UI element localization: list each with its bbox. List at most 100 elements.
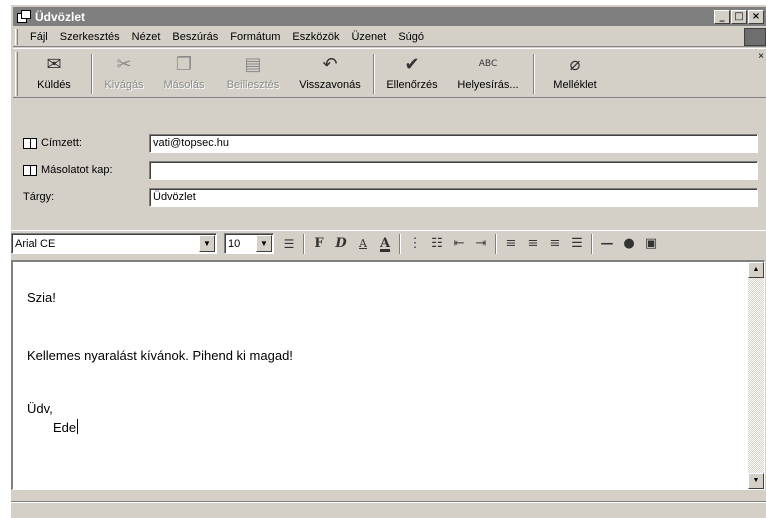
copy-icon: ❐ bbox=[175, 53, 193, 75]
paste-icon: ▤ bbox=[244, 53, 262, 75]
toolbar-separator bbox=[533, 54, 535, 94]
menubar-grip[interactable] bbox=[15, 28, 18, 45]
scroll-down-button[interactable]: ▼ bbox=[748, 473, 764, 489]
paste-button[interactable]: ▤ Beillesztés bbox=[216, 49, 290, 97]
underline-button[interactable]: A bbox=[352, 234, 374, 254]
paste-label: Beillesztés bbox=[226, 79, 280, 91]
toolbar-close-icon[interactable]: × bbox=[758, 51, 764, 62]
chevron-down-icon[interactable]: ▼ bbox=[199, 235, 215, 252]
bulleted-list-icon[interactable]: ☷ bbox=[426, 234, 448, 254]
copy-button[interactable]: ❐ Másolás bbox=[152, 49, 216, 97]
body-line: Üdv, bbox=[27, 401, 53, 416]
attach-label: Melléklet bbox=[553, 79, 597, 91]
menu-view[interactable]: Nézet bbox=[126, 31, 167, 43]
check-label: Ellenőrzés bbox=[386, 79, 438, 91]
menu-help[interactable]: Súgó bbox=[392, 31, 430, 43]
body-line: Szia! bbox=[27, 290, 56, 305]
font-size-select[interactable]: 10 ▼ bbox=[224, 233, 274, 254]
font-value: Arial CE bbox=[15, 237, 56, 250]
align-left-icon[interactable]: ≡ bbox=[500, 234, 522, 254]
cc-label: Másolatot kap: bbox=[41, 164, 113, 176]
menu-file[interactable]: Fájl bbox=[24, 31, 54, 43]
cc-row: Másolatot kap: bbox=[15, 160, 758, 180]
font-select[interactable]: Arial CE ▼ bbox=[11, 233, 217, 254]
toolbar: ✉ Küldés ✂ Kivágás ❐ Másolás ▤ Beilleszt… bbox=[13, 48, 766, 98]
attach-button[interactable]: ⌀ Melléklet bbox=[538, 49, 612, 97]
toolbar-separator bbox=[91, 54, 93, 94]
menu-edit[interactable]: Szerkesztés bbox=[54, 31, 126, 43]
menu-tools[interactable]: Eszközök bbox=[286, 31, 345, 43]
toolbar-grip[interactable] bbox=[15, 52, 18, 96]
to-label: Címzett: bbox=[41, 137, 82, 149]
cc-field[interactable] bbox=[149, 160, 758, 180]
align-center-icon[interactable]: ≡ bbox=[522, 234, 544, 254]
to-row: Címzett: vati@topsec.hu bbox=[15, 133, 758, 153]
menu-insert[interactable]: Beszúrás bbox=[166, 31, 224, 43]
undo-icon: ↶ bbox=[322, 53, 338, 75]
increase-indent-icon[interactable]: ⇥ bbox=[470, 234, 492, 254]
undo-label: Visszavonás bbox=[299, 79, 361, 91]
format-separator bbox=[399, 233, 401, 254]
send-button[interactable]: ✉ Küldés bbox=[20, 49, 88, 97]
align-right-icon[interactable]: ≡ bbox=[544, 234, 566, 254]
send-icon: ✉ bbox=[46, 53, 62, 75]
format-separator bbox=[303, 233, 305, 254]
text-caret bbox=[77, 419, 79, 434]
font-size-value: 10 bbox=[228, 237, 241, 250]
menu-bar: Fájl Szerkesztés Nézet Beszúrás Formátum… bbox=[13, 27, 766, 47]
subject-row: Tárgy: Üdvözlet bbox=[15, 187, 758, 207]
to-field[interactable]: vati@topsec.hu bbox=[149, 133, 758, 153]
new-message-icon bbox=[17, 9, 31, 24]
body-line: Kellemes nyaralást kívánok. Pihend ki ma… bbox=[27, 348, 293, 363]
spelling-icon: ABC bbox=[478, 59, 498, 69]
bold-button[interactable]: F bbox=[308, 234, 330, 254]
copy-label: Másolás bbox=[163, 79, 205, 91]
paperclip-icon: ⌀ bbox=[569, 53, 581, 75]
spelling-button[interactable]: ABC Helyesírás... bbox=[446, 49, 530, 97]
format-separator bbox=[591, 233, 593, 254]
to-label-wrap[interactable]: Címzett: bbox=[15, 137, 149, 149]
address-book-icon[interactable] bbox=[23, 164, 37, 176]
subject-field[interactable]: Üdvözlet bbox=[149, 187, 758, 207]
address-book-icon[interactable] bbox=[23, 137, 37, 149]
decrease-indent-icon[interactable]: ⇤ bbox=[448, 234, 470, 254]
maximize-button[interactable]: □ bbox=[731, 9, 747, 24]
minimize-button[interactable]: _ bbox=[714, 9, 730, 24]
message-body[interactable]: Szia! Kellemes nyaralást kívánok. Pihend… bbox=[11, 260, 765, 490]
scissors-icon: ✂ bbox=[116, 53, 132, 75]
vertical-scrollbar[interactable]: ▲ ▼ bbox=[748, 262, 764, 489]
numbered-list-icon[interactable]: ⋮ bbox=[404, 234, 426, 254]
format-toolbar: Arial CE ▼ 10 ▼ ☰ F D A A ⋮ ☷ ⇤ ⇥ ≡ ≡ ≡ … bbox=[11, 230, 766, 256]
subject-label-wrap: Tárgy: bbox=[15, 191, 149, 203]
status-bar bbox=[11, 501, 766, 518]
chevron-down-icon[interactable]: ▼ bbox=[256, 235, 272, 252]
signature-name: Ede bbox=[53, 420, 77, 435]
format-separator bbox=[495, 233, 497, 254]
windows-logo-icon bbox=[744, 27, 766, 46]
send-label: Küldés bbox=[37, 79, 71, 91]
spelling-label: Helyesírás... bbox=[457, 79, 519, 91]
close-button[interactable]: × bbox=[748, 9, 764, 24]
scroll-up-button[interactable]: ▲ bbox=[748, 262, 764, 278]
paragraph-style-icon[interactable]: ☰ bbox=[278, 234, 300, 254]
italic-button[interactable]: D bbox=[330, 234, 352, 254]
menu-message[interactable]: Üzenet bbox=[345, 31, 392, 43]
check-names-button[interactable]: ✔ Ellenőrzés bbox=[378, 49, 446, 97]
compose-window: Üdvözlet _ □ × Fájl Szerkesztés Nézet Be… bbox=[10, 4, 766, 518]
undo-button[interactable]: ↶ Visszavonás bbox=[290, 49, 370, 97]
menu-format[interactable]: Formátum bbox=[224, 31, 286, 43]
body-signature-line: Ede bbox=[53, 419, 79, 435]
hyperlink-icon[interactable]: ● bbox=[618, 234, 640, 254]
cut-label: Kivágás bbox=[104, 79, 144, 91]
subject-label: Tárgy: bbox=[23, 191, 55, 203]
cut-button[interactable]: ✂ Kivágás bbox=[96, 49, 152, 97]
window-title: Üdvözlet bbox=[35, 9, 86, 24]
toolbar-separator bbox=[373, 54, 375, 94]
justify-icon[interactable]: ☰ bbox=[566, 234, 588, 254]
font-color-button[interactable]: A bbox=[374, 234, 396, 254]
title-bar[interactable]: Üdvözlet _ □ × bbox=[13, 7, 766, 26]
check-names-icon: ✔ bbox=[404, 53, 420, 75]
cc-label-wrap[interactable]: Másolatot kap: bbox=[15, 164, 149, 176]
horizontal-line-icon[interactable]: — bbox=[596, 234, 618, 254]
insert-picture-icon[interactable]: ▣ bbox=[640, 234, 662, 254]
